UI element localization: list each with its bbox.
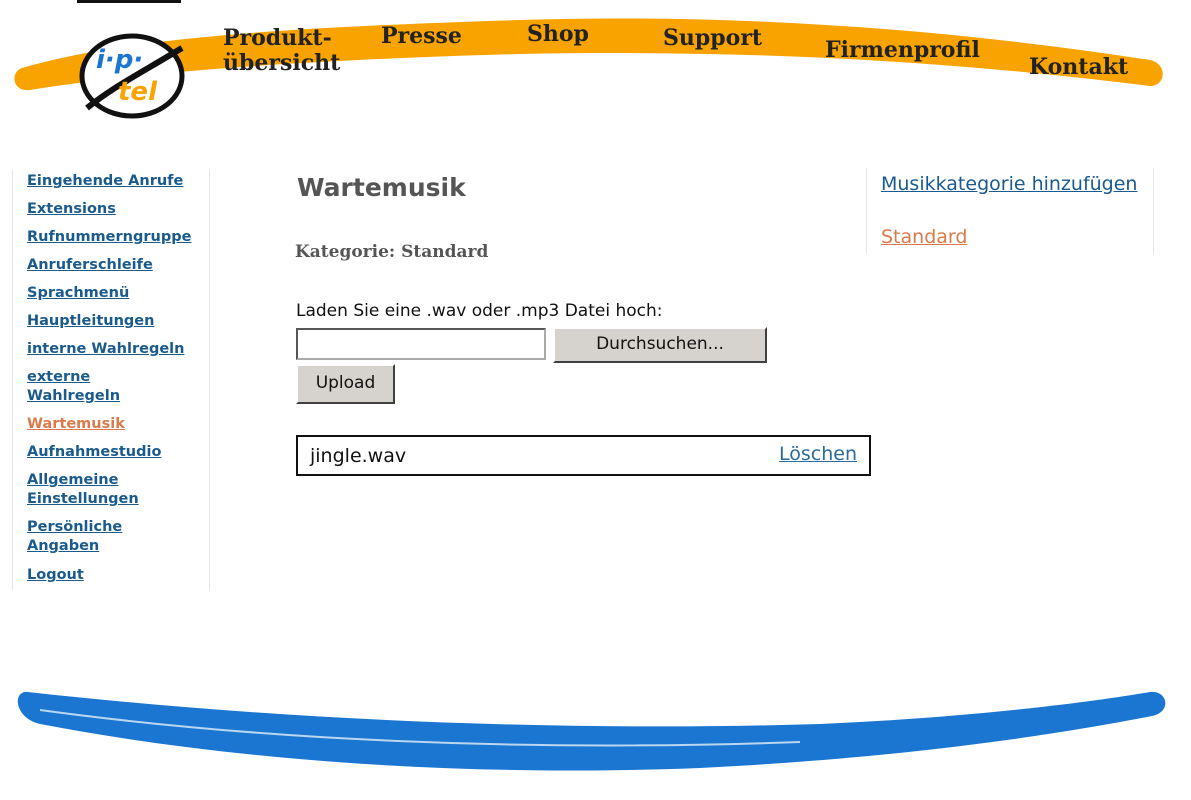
category-standard-link[interactable]: Standard <box>881 226 1151 249</box>
nav-produktuebersicht[interactable]: Produkt- übersicht <box>223 26 340 76</box>
footer-swoosh <box>17 691 1166 771</box>
sidebar-item-hauptleitungen[interactable]: Hauptleitungen <box>27 312 217 331</box>
sidebar-item-eingehende-anrufe[interactable]: Eingehende Anrufe <box>27 172 217 191</box>
nav-kontakt[interactable]: Kontakt <box>1029 55 1128 80</box>
sidebar-item-wartemusik[interactable]: Wartemusik <box>27 415 217 434</box>
svg-text:i·p·: i·p· <box>96 45 143 75</box>
sidebar-item-interne-wahlregeln[interactable]: interne Wahlregeln <box>27 340 217 359</box>
add-music-category-link[interactable]: Musikkategorie hinzufügen <box>881 173 1151 196</box>
sidebar: Eingehende Anrufe Extensions Rufnummerng… <box>12 170 210 590</box>
upload-instruction: Laden Sie eine .wav oder .mp3 Datei hoch… <box>296 301 663 321</box>
nav-produktuebersicht-line2: übersicht <box>223 50 341 76</box>
sidebar-item-anruferschleife[interactable]: Anruferschleife <box>27 256 217 275</box>
delete-file-link[interactable]: Löschen <box>779 443 857 465</box>
sidebar-item-externe-wahlregeln[interactable]: externe Wahlregeln <box>27 368 137 406</box>
file-list-item: jingle.wav Löschen <box>296 435 871 476</box>
sidebar-item-logout[interactable]: Logout <box>27 566 217 585</box>
sidebar-item-aufnahmestudio[interactable]: Aufnahmestudio <box>27 443 217 462</box>
file-name: jingle.wav <box>310 445 407 467</box>
browse-button[interactable]: Durchsuchen... <box>553 327 767 363</box>
nav-firmenprofil[interactable]: Firmenprofil <box>825 38 980 63</box>
nav-shop[interactable]: Shop <box>527 22 589 47</box>
sidebar-item-sprachmenue[interactable]: Sprachmenü <box>27 284 217 303</box>
nav-support[interactable]: Support <box>663 26 762 51</box>
category-panel: Musikkategorie hinzufügen Standard <box>866 168 1154 254</box>
upload-button[interactable]: Upload <box>296 364 395 404</box>
sidebar-item-persoenliche-angaben[interactable]: Persönliche Angaben <box>27 518 137 556</box>
sidebar-item-rufnummerngruppe[interactable]: Rufnummerngruppe <box>27 228 217 247</box>
company-logo[interactable]: i·p· tel <box>72 28 192 128</box>
page-title: Wartemusik <box>297 173 466 202</box>
svg-text:tel: tel <box>118 77 158 107</box>
file-path-input[interactable] <box>296 328 546 360</box>
sidebar-item-allgemeine-einstellungen[interactable]: Allgemeine Einstellungen <box>27 471 157 509</box>
sidebar-item-extensions[interactable]: Extensions <box>27 200 217 219</box>
category-label: Kategorie: Standard <box>295 242 489 262</box>
nav-presse[interactable]: Presse <box>381 24 462 49</box>
nav-produktuebersicht-line1: Produkt- <box>223 25 332 51</box>
